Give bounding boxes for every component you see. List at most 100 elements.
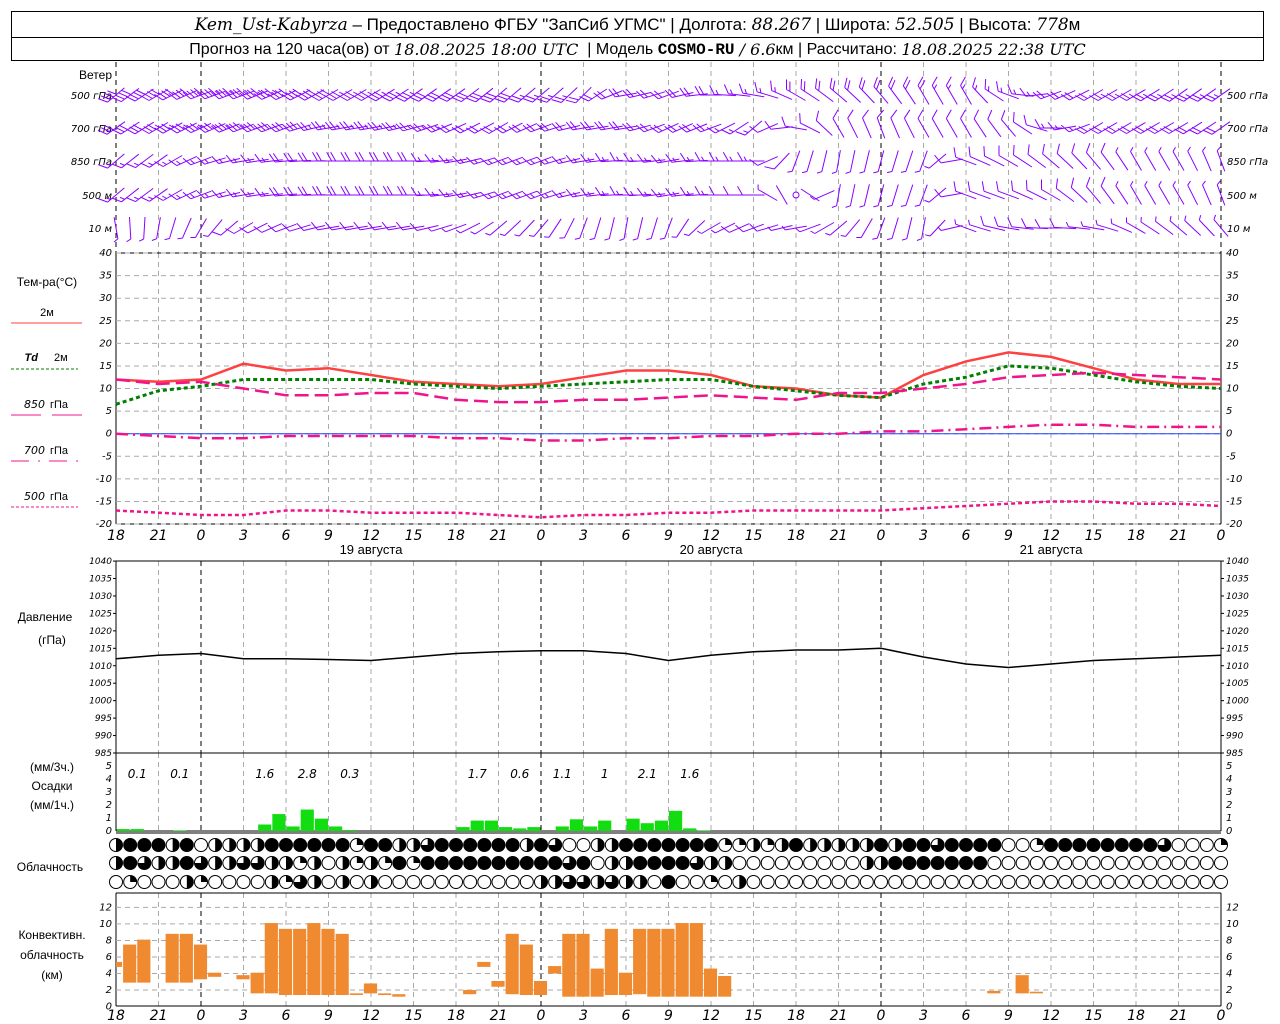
precip-bar <box>598 820 612 831</box>
y-tick-label: 4 <box>106 774 112 785</box>
convective-cloud-bar <box>576 933 590 997</box>
precip-3h-label: 0.1 <box>128 767 147 781</box>
x-tick-label-bottom: 9 <box>1004 1008 1013 1024</box>
wind-barb <box>840 219 861 237</box>
cloud-fill <box>824 838 831 852</box>
cloud-fill <box>866 838 874 852</box>
cloud-circle <box>576 838 591 852</box>
cloud-cover-symbol <box>548 875 563 889</box>
cloud-cover-symbol <box>973 875 988 889</box>
convective-cloud-bar <box>689 923 703 997</box>
cloud-fill <box>640 875 647 889</box>
y-tick-label: 1035 <box>89 575 112 585</box>
y-tick-label-right: 2 <box>1226 985 1232 996</box>
cloud-cover-symbol <box>1114 856 1129 870</box>
cloud-circle <box>789 875 803 889</box>
cloud-cover-symbol <box>491 856 506 870</box>
wind-barb <box>1144 180 1157 205</box>
cloud-cover-symbol <box>888 856 903 870</box>
y-tick-label: 1020 <box>89 627 112 637</box>
precip-bar <box>173 830 187 831</box>
y-tick-label-right: 1030 <box>1226 592 1249 602</box>
wind-level-label-right: 500 м <box>1227 191 1257 202</box>
cloud-circle <box>434 838 449 852</box>
wind-barb <box>859 184 870 208</box>
cloud-cover-symbol <box>505 856 520 870</box>
wind-barb <box>1184 215 1202 236</box>
cloud-cover-symbol <box>902 875 917 889</box>
cloud-fill <box>356 838 364 845</box>
wind-barb <box>151 217 161 241</box>
cloud-circle <box>1114 875 1129 889</box>
cloud-cover-symbol <box>208 875 223 889</box>
wind-barb <box>604 217 615 241</box>
precip-bar <box>116 829 130 831</box>
cloud-cover-symbol <box>803 856 818 870</box>
cloud-circle <box>1058 838 1073 852</box>
cloud-cover-symbol <box>264 838 279 852</box>
cloud-circle <box>987 856 1002 870</box>
wind-barb <box>931 109 944 138</box>
cloud-circle <box>959 875 973 889</box>
conv-label-2: облачность <box>20 948 84 962</box>
wind-barb <box>983 146 1005 167</box>
wind-barb <box>934 154 963 164</box>
y-tick-label-right: -10 <box>1226 474 1242 485</box>
cloud-cover-symbol <box>477 838 492 852</box>
wind-barb <box>485 220 508 236</box>
cloud-fill <box>172 838 180 852</box>
cloud-circle <box>137 875 152 889</box>
wind-barb <box>368 152 397 162</box>
cloud-fill <box>725 856 732 870</box>
y-tick-label-right: 3 <box>1226 787 1232 798</box>
cloud-cover-symbol <box>760 856 775 870</box>
precip-bar <box>314 818 328 831</box>
cloud-circle <box>434 856 449 870</box>
cloud-cover-symbol <box>307 856 322 870</box>
precip-bar <box>569 819 583 831</box>
y-tick-label: -5 <box>102 451 112 462</box>
cloud-circle <box>1029 875 1044 889</box>
cloud-cover-symbol <box>859 856 874 870</box>
precip-bar <box>640 823 654 831</box>
wind-barb <box>1115 181 1129 205</box>
cloud-cover-symbol <box>633 875 648 889</box>
x-tick-label-bottom: 12 <box>1042 1008 1060 1024</box>
wind-barb <box>111 121 140 135</box>
x-tick-label-bottom: 21 <box>490 1008 508 1024</box>
cloud-cover-symbol <box>1058 856 1073 870</box>
y-tick-label-right: 10 <box>1226 919 1239 930</box>
x-tick-label: 3 <box>919 528 928 544</box>
cloud-circle <box>888 856 903 870</box>
cloud-fill <box>838 838 845 852</box>
wind-level-label-right: 10 м <box>1227 224 1251 235</box>
convective-cloud-bar <box>137 939 151 983</box>
wind-barb <box>831 184 841 208</box>
cloud-cover-symbol <box>420 875 435 889</box>
y-tick-label: 35 <box>99 271 112 282</box>
convective-cloud-bar <box>236 975 250 980</box>
y-tick-label: 990 <box>95 732 112 742</box>
cloud-circle <box>718 875 733 889</box>
wind-barb <box>126 216 132 243</box>
wind-barb <box>380 88 409 102</box>
cloud-cover-symbol <box>1157 838 1172 852</box>
cloud-circle <box>633 838 648 852</box>
precip-3h-label: 1.6 <box>680 767 699 781</box>
cloud-cover-symbol <box>236 875 251 889</box>
cloud-circle <box>236 875 251 889</box>
cloud-cover-symbol <box>633 838 648 852</box>
cloud-cover-symbol <box>1143 856 1158 870</box>
wind-barb <box>953 181 977 200</box>
convective-cloud-bar <box>703 968 718 997</box>
cloud-circle <box>661 838 676 852</box>
cloud-circle <box>194 838 208 852</box>
wind-barb <box>1115 147 1129 171</box>
wind-barb <box>859 150 870 174</box>
cloud-circle <box>845 875 860 889</box>
cloud-circle <box>1029 856 1044 870</box>
wind-barb <box>973 109 987 138</box>
cloud-cover-symbol <box>973 856 988 870</box>
cloud-cover-symbol <box>1100 875 1115 889</box>
cloud-fill <box>852 838 860 852</box>
